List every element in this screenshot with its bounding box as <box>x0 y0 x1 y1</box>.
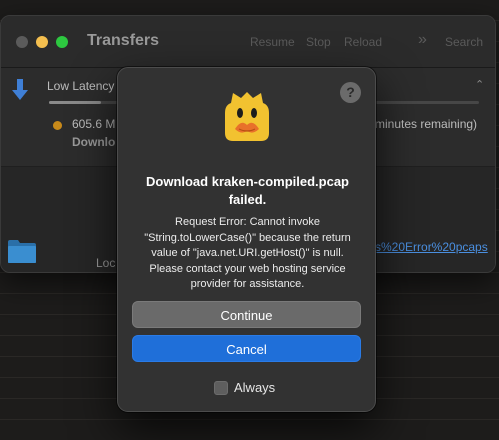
transfer-status-label: Downlo <box>72 135 116 149</box>
window-title: Transfers <box>87 32 160 49</box>
always-checkbox[interactable] <box>214 381 228 395</box>
help-icon[interactable]: ? <box>340 82 361 103</box>
zoom-window-button[interactable] <box>56 36 68 48</box>
continue-button[interactable]: Continue <box>132 301 361 328</box>
dialog-title: Download kraken-compiled.pcap failed. <box>146 174 349 207</box>
cancel-button[interactable]: Cancel <box>132 335 361 362</box>
dialog-message: Request Error: Cannot invoke "String.toL… <box>144 216 351 290</box>
error-dialog: ? Download kraken-compiled.pcap failed. … <box>117 67 376 412</box>
cyberduck-duck-icon <box>225 92 269 141</box>
reload-button[interactable]: Reload <box>344 35 382 49</box>
titlebar: Transfers Resume Stop Reload » Search <box>1 16 495 68</box>
resume-button[interactable]: Resume <box>250 35 295 49</box>
stop-button[interactable]: Stop <box>306 35 331 49</box>
toolbar-overflow-icon[interactable]: » <box>418 31 427 49</box>
search-button[interactable]: Search <box>445 35 483 49</box>
minimize-window-button[interactable] <box>36 36 48 48</box>
close-window-button[interactable] <box>16 36 28 48</box>
transfer-size-text: 605.6 M <box>72 117 116 131</box>
local-path-label: Loc <box>96 256 116 270</box>
time-remaining-text: minutes remaining) <box>375 117 478 131</box>
always-checkbox-label[interactable]: Always <box>234 380 275 395</box>
status-dot <box>53 121 62 130</box>
download-arrow-icon <box>12 79 28 100</box>
transfer-progress-fill <box>49 101 101 104</box>
folder-icon <box>8 240 36 263</box>
local-path-link[interactable]: s%20Error%20pcaps <box>375 240 488 254</box>
connection-select-chevron-icon[interactable]: ⌃ <box>475 78 484 91</box>
connection-label: Low Latency <box>47 79 115 93</box>
